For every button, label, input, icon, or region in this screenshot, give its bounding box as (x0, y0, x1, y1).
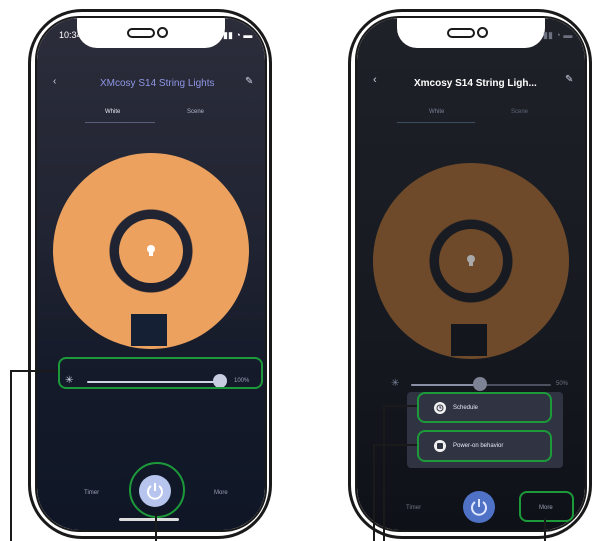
back-button[interactable]: ‹ (53, 76, 56, 87)
camera (477, 27, 488, 38)
speaker (127, 28, 155, 38)
left-notch (77, 18, 225, 48)
callout-line (373, 444, 375, 541)
edit-icon[interactable]: ✎ (565, 74, 573, 85)
page-title: Xmcosy S14 String Ligh... (414, 78, 537, 89)
status-time: 10:34 (59, 30, 82, 40)
highlight-power (129, 462, 185, 518)
highlight-more (519, 491, 574, 522)
timer-button[interactable]: Timer (84, 490, 99, 496)
callout-line (10, 370, 58, 372)
page-title: XMcosy S14 String Lights (100, 78, 215, 89)
highlight-power-on-behavior (417, 430, 552, 462)
callout-line (544, 518, 546, 541)
timer-button[interactable]: Timer (406, 505, 421, 511)
power-button[interactable] (463, 491, 495, 523)
tab-scene[interactable]: Scene (187, 109, 204, 115)
edit-icon[interactable]: ✎ (245, 76, 253, 87)
back-button[interactable]: ‹ (373, 74, 377, 86)
callout-line (383, 405, 385, 541)
ring-gap (451, 324, 487, 356)
speaker (447, 28, 475, 38)
brightness-icon: ✳ (391, 378, 400, 389)
right-notch (397, 18, 545, 48)
power-icon (471, 499, 487, 516)
bulb-icon (467, 255, 475, 266)
status-icons: ▮▮ ◔ ▬ (223, 30, 253, 40)
left-phone-bezel: 10:34 ▮▮ ◔ ▬ ‹ XMcosy S14 String Lights … (35, 16, 267, 532)
brightness-slider-fill (411, 384, 481, 386)
tab-white[interactable]: White (429, 109, 444, 115)
callout-line (10, 370, 12, 541)
callout-line (383, 405, 417, 407)
callout-line (373, 444, 417, 446)
left-screen: 10:34 ▮▮ ◔ ▬ ‹ XMcosy S14 String Lights … (37, 18, 265, 530)
callout-line (155, 514, 157, 541)
tab-indicator (397, 122, 475, 123)
brightness-knob (473, 377, 487, 391)
tab-scene[interactable]: Scene (511, 109, 528, 115)
home-indicator (119, 518, 179, 521)
highlight-schedule (417, 392, 552, 423)
status-icons: ▮▮ ◔ ▬ (543, 30, 573, 40)
tab-indicator (85, 122, 155, 123)
bulb-icon (147, 245, 155, 256)
brightness-value: 50% (556, 381, 569, 387)
ring-gap (131, 314, 167, 346)
highlight-brightness (58, 357, 263, 389)
camera (157, 27, 168, 38)
more-button[interactable]: More (214, 490, 228, 496)
tab-white[interactable]: White (105, 109, 120, 115)
